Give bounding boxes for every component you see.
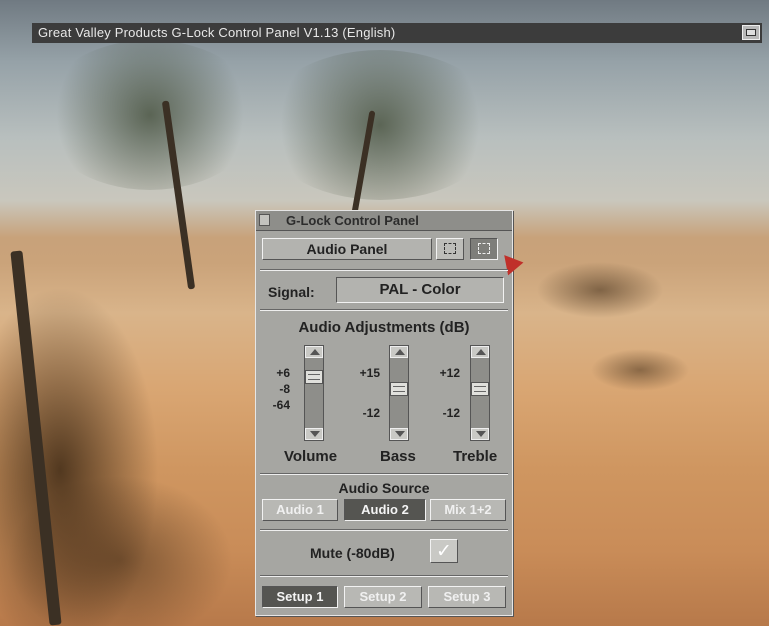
divider <box>260 309 508 311</box>
treble-scale-min: -12 <box>442 406 460 420</box>
window-title: G-Lock Control Panel <box>286 213 419 228</box>
volume-label: Volume <box>284 448 338 465</box>
divider <box>260 269 508 271</box>
close-gadget-icon[interactable] <box>259 214 270 226</box>
volume-slider[interactable] <box>304 345 324 441</box>
tree-canopy <box>260 50 500 200</box>
treble-label: Treble <box>453 448 498 465</box>
setup-3-button[interactable]: Setup 3 <box>428 586 506 608</box>
audio-panel-button[interactable] <box>470 238 498 260</box>
bass-label: Bass <box>380 448 416 465</box>
mute-checkbox[interactable] <box>430 539 458 563</box>
arrow-up-icon[interactable] <box>390 346 408 358</box>
signal-label: Signal: <box>268 284 315 300</box>
signal-value: PAL - Color <box>336 277 504 303</box>
video-panel-button[interactable] <box>436 238 464 260</box>
mute-label: Mute (-80dB) <box>310 545 395 561</box>
audio-1-button[interactable]: Audio 1 <box>262 499 338 521</box>
bass-scale-max: +15 <box>359 366 380 380</box>
video-panel-icon <box>444 243 456 254</box>
treble-scale-max: +12 <box>439 366 460 380</box>
divider <box>260 473 508 475</box>
panel-mode-label: Audio Panel <box>262 238 432 260</box>
volume-scale-max: +6 <box>276 366 290 380</box>
arrow-up-icon[interactable] <box>471 346 489 358</box>
tree-canopy <box>40 40 260 190</box>
audio-2-button[interactable]: Audio 2 <box>344 499 426 521</box>
setup-2-button[interactable]: Setup 2 <box>344 586 422 608</box>
divider <box>260 575 508 577</box>
audio-panel-icon <box>478 243 490 254</box>
bass-scale-min: -12 <box>362 406 380 420</box>
arrow-down-icon[interactable] <box>305 428 323 440</box>
volume-scale-min: -64 <box>272 398 290 412</box>
volume-slider-knob[interactable] <box>305 370 323 384</box>
g-lock-control-panel-window: G-Lock Control Panel Audio Panel Signal:… <box>255 210 524 616</box>
audio-source-title: Audio Source <box>338 480 430 496</box>
screen-title: Great Valley Products G-Lock Control Pan… <box>38 25 396 40</box>
divider <box>260 529 508 531</box>
tree-trunk <box>10 250 62 626</box>
setup-1-button[interactable]: Setup 1 <box>262 586 338 608</box>
screen-title-bar[interactable]: Great Valley Products G-Lock Control Pan… <box>32 23 762 43</box>
depth-arrange-icon[interactable] <box>742 25 760 40</box>
mix-1-2-button[interactable]: Mix 1+2 <box>430 499 506 521</box>
bass-slider[interactable] <box>389 345 409 441</box>
audio-adjustments-title: Audio Adjustments (dB) <box>298 319 470 336</box>
volume-scale-mid: -8 <box>279 382 290 396</box>
arrow-down-icon[interactable] <box>390 428 408 440</box>
treble-slider[interactable] <box>470 345 490 441</box>
treble-slider-knob[interactable] <box>471 382 489 396</box>
window-title-bar[interactable]: G-Lock Control Panel <box>256 211 512 231</box>
arrow-up-icon[interactable] <box>305 346 323 358</box>
arrow-down-icon[interactable] <box>471 428 489 440</box>
bass-slider-knob[interactable] <box>390 382 408 396</box>
